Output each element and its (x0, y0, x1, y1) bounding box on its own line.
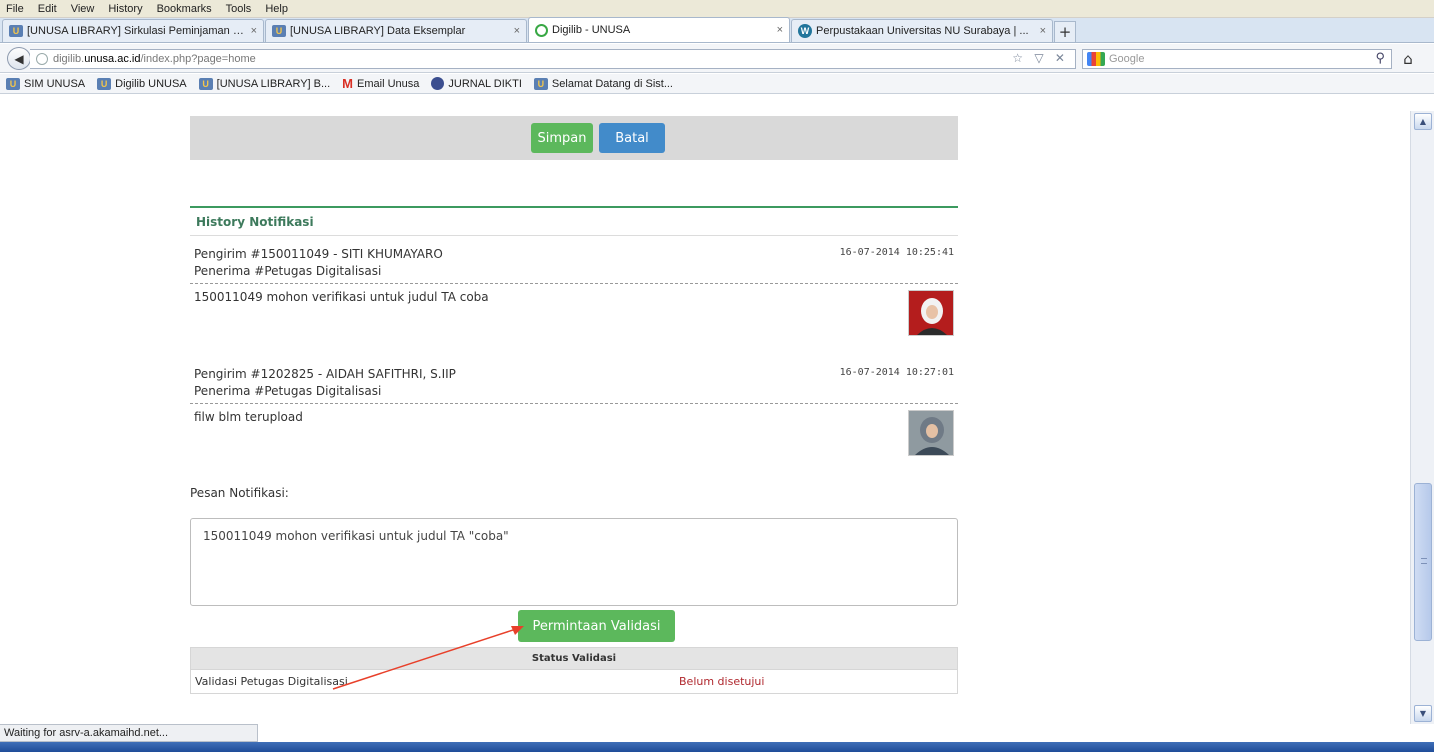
unusa-icon: U (97, 77, 112, 90)
bookmark-jurnal-dikti[interactable]: JURNAL DIKTI (431, 77, 522, 90)
grip-icon (1421, 558, 1427, 564)
menu-bar: File Edit View History Bookmarks Tools H… (0, 0, 1434, 18)
unusa-icon: U (533, 77, 548, 90)
bookmark-label: Selamat Datang di Sist... (551, 77, 673, 90)
url-actions-icons[interactable]: ☆ ▽ ✕ (1012, 51, 1069, 65)
bookmark-digilib-unusa[interactable]: U Digilib UNUSA (97, 77, 187, 90)
search-placeholder: Google (1109, 53, 1145, 65)
bookmark-label: SIM UNUSA (24, 77, 86, 90)
unusa-icon: U (6, 77, 20, 90)
home-icon[interactable]: ⌂ (1398, 49, 1418, 69)
close-icon[interactable]: × (1040, 25, 1046, 37)
tab-sirkulasi[interactable]: U [UNUSA LIBRARY] Sirkulasi Peminjaman P… (2, 19, 264, 42)
unusa-icon: U (9, 25, 23, 37)
dikti-icon (431, 77, 445, 90)
url-prefix: digilib. (53, 53, 85, 65)
vertical-scrollbar[interactable]: ▲ ▼ (1410, 111, 1434, 724)
tab-strip: U [UNUSA LIBRARY] Sirkulasi Peminjaman P… (0, 17, 1434, 43)
menu-help[interactable]: Help (265, 3, 288, 15)
menu-view[interactable]: View (71, 3, 95, 15)
google-icon[interactable] (1087, 52, 1105, 66)
page-content: Simpan Batal History Notifikasi Pengirim… (0, 111, 1410, 724)
bookmark-unusa-library[interactable]: U [UNUSA LIBRARY] B... (198, 77, 331, 90)
close-icon[interactable]: × (777, 24, 783, 36)
back-button[interactable]: ◀ (7, 47, 31, 70)
tab-digilib[interactable]: Digilib - UNUSA × (528, 17, 790, 42)
bookmark-selamat-datang[interactable]: U Selamat Datang di Sist... (533, 77, 673, 90)
menu-file[interactable]: File (6, 3, 24, 15)
menu-tools[interactable]: Tools (226, 3, 252, 15)
unusa-icon: U (198, 77, 213, 90)
menu-history[interactable]: History (108, 3, 142, 15)
tab-label: Perpustakaan Universitas NU Surabaya | .… (816, 25, 1029, 37)
status-bar: Waiting for asrv-a.akamaihd.net... (0, 724, 258, 742)
new-tab-button[interactable]: + (1054, 21, 1076, 42)
annotation-arrow (332, 626, 524, 690)
tab-data-eksemplar[interactable]: U [UNUSA LIBRARY] Data Eksemplar × (265, 19, 527, 42)
url-host: unusa.ac.id (84, 53, 141, 65)
close-icon[interactable]: × (514, 25, 520, 37)
tab-perpustakaan[interactable]: W Perpustakaan Universitas NU Surabaya |… (791, 19, 1053, 42)
scroll-thumb[interactable] (1414, 483, 1432, 641)
tab-label: [UNUSA LIBRARY] Sirkulasi Peminjaman P..… (27, 25, 245, 37)
scroll-up-icon[interactable]: ▲ (1414, 113, 1432, 130)
search-icon[interactable]: ⚲ (1375, 50, 1385, 66)
close-icon[interactable]: × (251, 25, 257, 37)
back-arrow-icon: ◀ (14, 51, 24, 66)
bookmark-label: [UNUSA LIBRARY] B... (216, 77, 331, 90)
unusa-icon: U (272, 25, 286, 37)
url-path: /index.php?page=home (140, 53, 256, 65)
bookmark-label: Email Unusa (357, 77, 420, 90)
bookmark-label: Digilib UNUSA (115, 77, 187, 90)
bookmarks-bar: U SIM UNUSA U Digilib UNUSA U [UNUSA LIBRAR… (0, 74, 1434, 94)
bookmark-label: JURNAL DIKTI (448, 77, 522, 90)
gmail-icon: M (342, 76, 354, 91)
menu-bookmarks[interactable]: Bookmarks (157, 3, 212, 15)
tab-label: [UNUSA LIBRARY] Data Eksemplar (290, 25, 466, 37)
scroll-down-icon[interactable]: ▼ (1414, 705, 1432, 722)
taskbar (0, 742, 1434, 752)
site-identity-icon[interactable] (36, 53, 48, 65)
nav-bar: ◀ digilib. unusa.ac.id/index.php?page=hom… (0, 44, 1434, 73)
bookmark-sim-unusa[interactable]: U SIM UNUSA (6, 77, 86, 90)
tab-label: Digilib - UNUSA (552, 24, 631, 36)
bookmark-email-unusa[interactable]: M Email Unusa (342, 76, 419, 91)
loading-ring-icon (535, 23, 548, 37)
menu-edit[interactable]: Edit (38, 3, 57, 15)
status-area-filler (258, 724, 1410, 742)
address-bar[interactable]: digilib. unusa.ac.id/index.php?page=home … (30, 49, 1076, 69)
wordpress-icon: W (798, 24, 812, 38)
search-bar[interactable]: Google ⚲ (1082, 49, 1392, 69)
